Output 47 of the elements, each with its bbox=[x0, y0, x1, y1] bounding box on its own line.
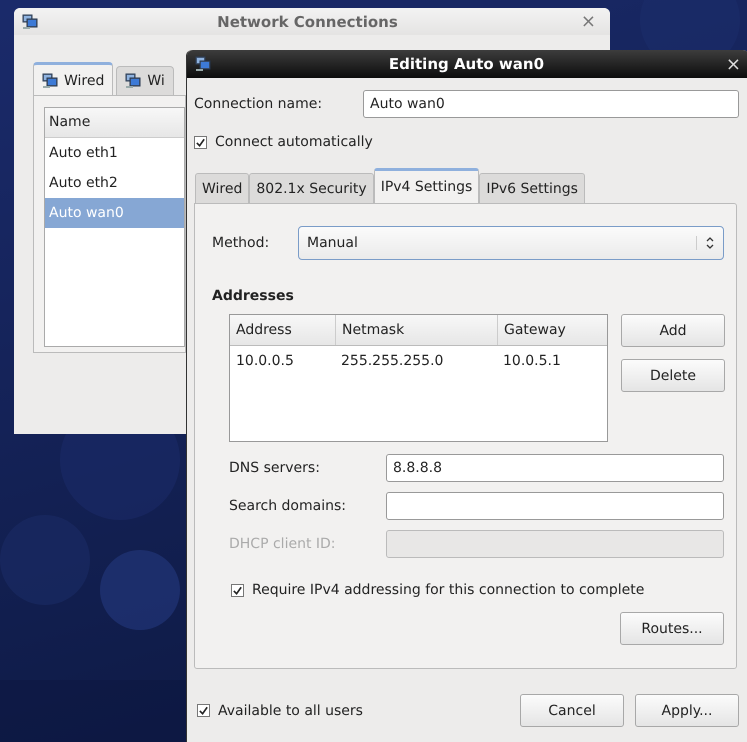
network-icon bbox=[195, 56, 211, 72]
checkbox-label: Available to all users bbox=[218, 702, 363, 718]
checkbox[interactable] bbox=[194, 136, 207, 148]
table-cell-text: 10.0.5.1 bbox=[502, 352, 562, 371]
checkbox-label: Require IPv4 addressing for this connection to complete bbox=[252, 582, 644, 598]
field-label: Search domains: bbox=[229, 498, 347, 514]
column-header[interactable]: Gateway bbox=[497, 315, 607, 345]
input-field[interactable] bbox=[386, 492, 724, 520]
window-title: Network Connections bbox=[216, 12, 399, 30]
tab[interactable]: Wired bbox=[33, 62, 114, 95]
checkbox[interactable] bbox=[231, 584, 244, 596]
button[interactable]: Delete bbox=[621, 359, 725, 392]
column-header[interactable]: Address bbox=[230, 315, 335, 345]
checkbox[interactable] bbox=[197, 704, 210, 717]
close-button[interactable]: × bbox=[576, 11, 600, 32]
network-icon bbox=[22, 14, 38, 30]
tab[interactable]: Wi bbox=[116, 66, 174, 95]
column-header[interactable]: Netmask bbox=[335, 315, 497, 345]
tab[interactable]: 802.1x Security bbox=[249, 173, 374, 203]
table-cell-text: 255.255.255.0 bbox=[340, 352, 444, 371]
checkbox-label: Connect automatically bbox=[215, 134, 373, 150]
tab-label: Wi bbox=[147, 73, 165, 89]
field-label: DNS servers: bbox=[229, 460, 321, 476]
network-icon bbox=[125, 73, 142, 89]
list-item[interactable]: Auto eth2 bbox=[45, 168, 184, 198]
list-item[interactable]: Auto eth1 bbox=[45, 138, 184, 168]
button[interactable]: Add bbox=[621, 314, 725, 347]
input-field[interactable]: 8.8.8.8 bbox=[386, 454, 724, 482]
section-heading: Addresses bbox=[212, 288, 295, 304]
field-label: Method: bbox=[212, 235, 270, 251]
routes-button[interactable]: Routes... bbox=[620, 612, 724, 645]
field-label: DHCP client ID: bbox=[229, 536, 337, 552]
table-cell-text: 10.0.0.5 bbox=[235, 352, 295, 371]
tab-label: Wired bbox=[64, 73, 104, 89]
tab[interactable]: IPv4 Settings bbox=[374, 168, 480, 203]
button[interactable]: Cancel bbox=[520, 694, 624, 727]
close-button[interactable]: × bbox=[722, 54, 745, 74]
field-label: Connection name: bbox=[194, 96, 324, 112]
chevron-icon bbox=[696, 236, 715, 250]
button[interactable]: Apply... bbox=[635, 694, 739, 727]
tab[interactable]: IPv6 Settings bbox=[479, 173, 585, 203]
input-field[interactable]: Auto wan0 bbox=[363, 90, 739, 118]
method-dropdown[interactable]: Manual bbox=[298, 226, 724, 260]
window-title: Editing Auto wan0 bbox=[388, 55, 546, 73]
network-icon bbox=[42, 73, 58, 89]
tab[interactable]: Wired bbox=[195, 173, 250, 203]
column-header[interactable]: Name bbox=[45, 108, 184, 138]
